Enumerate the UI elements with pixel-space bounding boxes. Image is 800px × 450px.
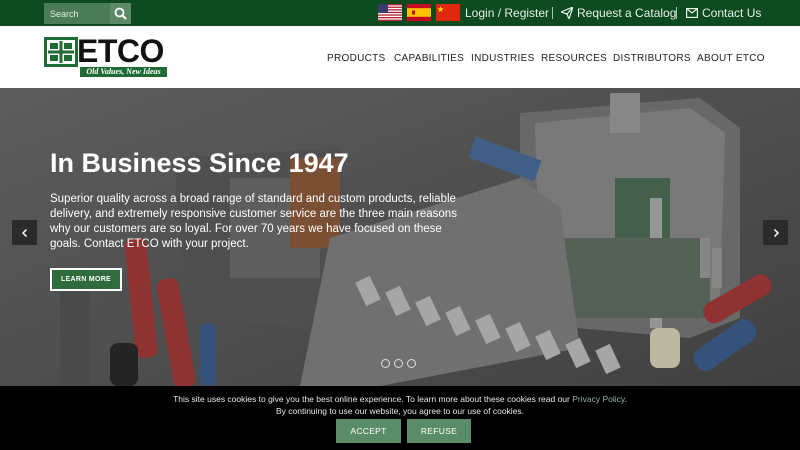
slider-prev-button[interactable]	[12, 220, 37, 245]
request-catalog-link[interactable]: Request a Catalog	[577, 6, 676, 20]
spain-flag-icon[interactable]	[407, 4, 431, 21]
cookie-text-end: .	[624, 394, 627, 404]
slider-dot[interactable]	[394, 359, 403, 368]
nav-resources[interactable]: RESOURCES	[541, 53, 607, 64]
cookie-consent-note: By continuing to use our website, you ag…	[275, 406, 525, 416]
chevron-right-icon	[773, 228, 779, 237]
nav-capabilities[interactable]: CAPABILITIES	[394, 53, 464, 64]
login-register-link[interactable]: Login / Register	[465, 6, 549, 20]
hero-slider: In Business Since 1947 Superior quality …	[0, 88, 800, 386]
slider-dots	[381, 359, 416, 368]
refuse-cookies-button[interactable]: REFUSE	[407, 419, 471, 443]
nav-distributors[interactable]: DISTRIBUTORS	[613, 53, 691, 64]
hero-title: In Business Since 1947	[50, 148, 349, 178]
cookie-text: This site uses cookies to give you the b…	[173, 394, 573, 404]
chevron-left-icon	[21, 228, 27, 237]
nav-about-etco[interactable]: ABOUT ETCO	[697, 53, 765, 64]
cookie-message: This site uses cookies to give you the b…	[0, 394, 800, 404]
nav-products[interactable]: PRODUCTS	[327, 53, 386, 64]
paper-plane-icon	[561, 7, 573, 19]
logo-name: ETCO	[77, 33, 164, 69]
learn-more-button[interactable]: LEARN MORE	[50, 268, 122, 291]
logo-tagline: Old Values, New Ideas	[80, 67, 167, 77]
site-header: ETCO Old Values, New Ideas PRODUCTS CAPA…	[0, 26, 800, 88]
nav-industries[interactable]: INDUSTRIES	[471, 53, 535, 64]
slider-dot[interactable]	[381, 359, 390, 368]
privacy-policy-link[interactable]: Privacy Policy	[572, 394, 624, 404]
etco-logo[interactable]: ETCO Old Values, New Ideas	[44, 33, 168, 79]
logo-mark	[44, 37, 78, 67]
slider-dot[interactable]	[407, 359, 416, 368]
search-box	[44, 3, 131, 24]
hero-description: Superior quality across a broad range of…	[50, 193, 457, 250]
envelope-icon	[686, 8, 698, 18]
cookie-banner: This site uses cookies to give you the b…	[0, 386, 800, 450]
search-icon	[114, 7, 127, 20]
accept-cookies-button[interactable]: ACCEPT	[336, 419, 401, 443]
search-input[interactable]	[44, 3, 110, 24]
us-flag-icon[interactable]	[378, 4, 402, 21]
contact-us-link[interactable]: Contact Us	[702, 6, 761, 20]
divider	[676, 7, 677, 19]
divider	[552, 7, 553, 19]
top-bar: Login / Register Request a Catalog Conta…	[0, 0, 800, 26]
search-button[interactable]	[110, 3, 131, 24]
china-flag-icon[interactable]	[436, 4, 460, 21]
slider-next-button[interactable]	[763, 220, 788, 245]
